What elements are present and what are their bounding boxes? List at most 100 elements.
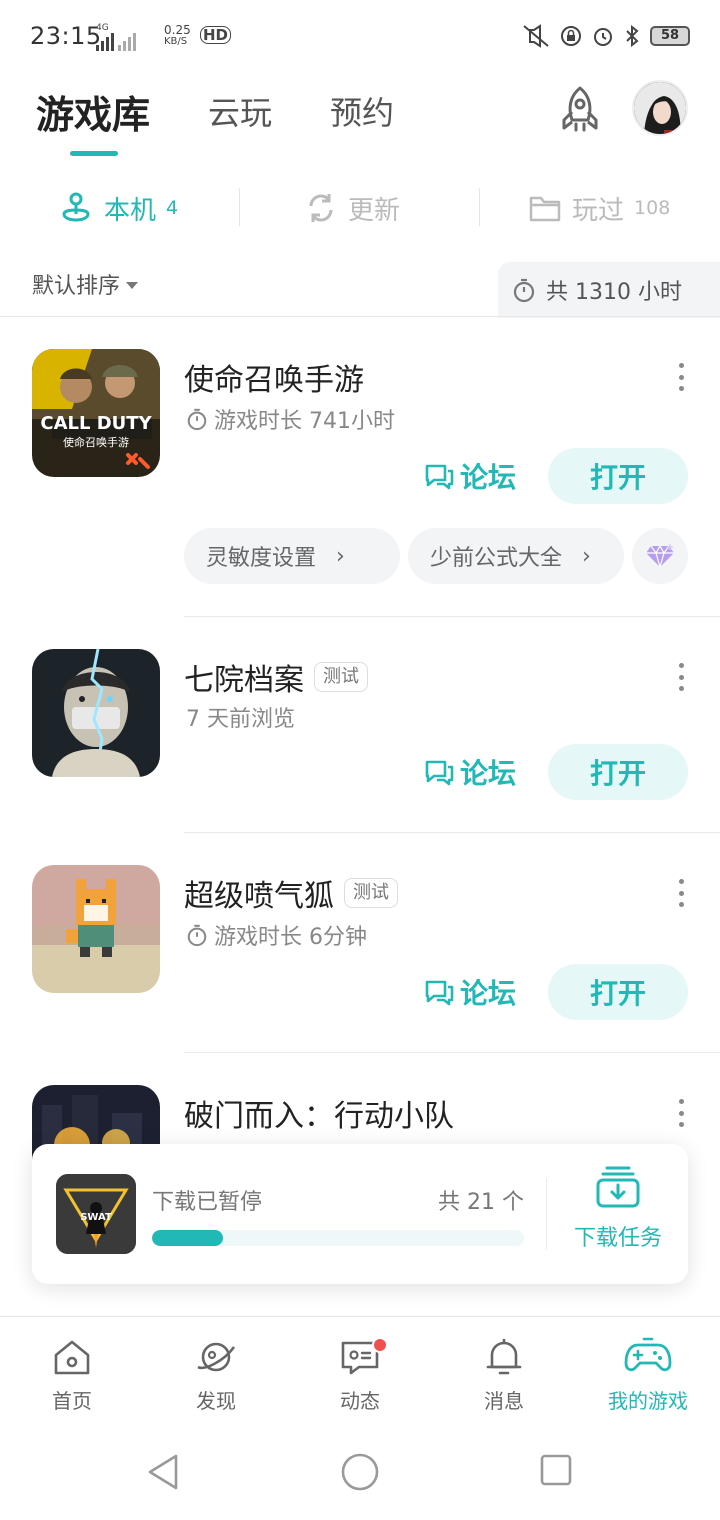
game-playtime-text: 游戏时长 6分钟	[214, 925, 367, 950]
nav-my-games[interactable]: 我的游戏	[576, 1335, 720, 1414]
bottom-nav: 首页 发现 动态 消息 我的游戏	[0, 1316, 720, 1426]
timer-icon	[187, 924, 207, 947]
nav-discover[interactable]: 发现	[144, 1335, 288, 1414]
game-icon-jet-fox[interactable]	[32, 865, 160, 993]
beta-tag: 测试	[344, 878, 398, 908]
game-playtime: 游戏时长 741小时	[186, 403, 395, 435]
sub-tab-update[interactable]: 更新	[304, 180, 400, 236]
user-avatar[interactable]	[632, 80, 688, 136]
lock-rotation-icon	[561, 26, 581, 46]
chip-label: 少前公式大全	[430, 546, 563, 571]
nav-discover-label: 发现	[196, 1389, 236, 1413]
beta-tag: 测试	[314, 662, 368, 692]
status-icons: 58	[522, 24, 690, 48]
download-tray-icon	[596, 1166, 640, 1208]
more-options-icon[interactable]	[674, 1099, 688, 1127]
nav-my-games-label: 我的游戏	[608, 1389, 688, 1413]
chip-formula-guide[interactable]: 少前公式大全 ›	[408, 528, 624, 584]
status-bar: 23:15 4G 0.25 KB/S HD 58	[0, 0, 720, 76]
forum-button[interactable]: 论坛	[424, 964, 516, 1020]
game-title-text: 破门而入：行动小队	[184, 1099, 454, 1134]
sort-dropdown[interactable]: 默认排序	[32, 268, 139, 300]
open-button[interactable]: 打开	[548, 964, 688, 1020]
forum-icon	[425, 980, 454, 1006]
nav-feed-label: 动态	[340, 1389, 380, 1413]
divider	[0, 316, 720, 317]
game-playtime: 游戏时长 6分钟	[186, 919, 367, 951]
sub-tab-played-label: 玩过	[572, 195, 625, 226]
nav-home[interactable]: 首页	[0, 1335, 144, 1414]
sub-tab-local-label: 本机	[104, 195, 157, 226]
more-options-icon[interactable]	[674, 663, 688, 691]
chevron-right-icon: ›	[582, 543, 591, 569]
game-icon-call-of-duty[interactable]: CALL DUTY 使命召唤手游	[32, 349, 160, 477]
network-type: 4G	[96, 23, 109, 33]
back-icon[interactable]	[144, 1452, 184, 1492]
alarm-icon	[594, 28, 612, 46]
chip-label: 灵敏度设置	[206, 546, 317, 571]
tab-game-library[interactable]: 游戏库	[36, 84, 150, 139]
network-speed: 0.25 KB/S	[164, 24, 191, 48]
game-card[interactable]: 七院档案 测试 7 天前浏览 论坛 打开	[0, 649, 720, 833]
forum-label: 论坛	[460, 977, 517, 1010]
sub-tab-played-count: 108	[634, 197, 671, 219]
planet-icon	[197, 1342, 236, 1372]
nav-feed[interactable]: 动态	[288, 1335, 432, 1414]
game-title: 使命召唤手游	[184, 355, 364, 399]
game-title-text: 七院档案	[184, 663, 304, 698]
more-options-icon[interactable]	[674, 879, 688, 907]
joystick-icon	[62, 192, 90, 222]
divider	[184, 616, 720, 617]
notification-badge	[372, 1337, 388, 1353]
download-progress-fill	[152, 1230, 223, 1246]
game-title-text: 使命召唤手游	[184, 363, 364, 398]
chip-sensitivity-settings[interactable]: 灵敏度设置 ›	[184, 528, 400, 584]
sub-tab-played[interactable]: 玩过 108	[528, 180, 670, 236]
sub-tab-local-count: 4	[166, 197, 179, 219]
game-card[interactable]: CALL DUTY 使命召唤手游 使命召唤手游 游戏时长 741小时 论坛 打开…	[0, 349, 720, 617]
open-button[interactable]: 打开	[548, 448, 688, 504]
timer-icon	[513, 278, 535, 303]
bluetooth-icon	[626, 25, 639, 47]
bell-icon	[486, 1338, 522, 1375]
home-circle-icon[interactable]	[340, 1452, 380, 1492]
download-tasks-button[interactable]: 下载任务	[558, 1164, 678, 1264]
more-options-icon[interactable]	[674, 363, 688, 391]
active-tab-indicator	[70, 151, 118, 156]
nav-messages[interactable]: 消息	[432, 1335, 576, 1414]
forum-button[interactable]: 论坛	[424, 744, 516, 800]
sub-tab-local[interactable]: 本机 4	[58, 180, 178, 236]
game-title: 破门而入：行动小队	[184, 1091, 454, 1135]
open-button[interactable]: 打开	[548, 744, 688, 800]
recents-icon[interactable]	[538, 1452, 574, 1488]
game-title-text: 超级喷气狐	[184, 879, 334, 914]
game-last-viewed: 7 天前浏览	[186, 701, 295, 733]
svg-text:使命召唤手游: 使命召唤手游	[63, 435, 129, 449]
download-bar[interactable]: SWAT 下载已暂停 共 21 个 下载任务	[32, 1144, 688, 1284]
tab-cloud-play[interactable]: 云玩	[208, 88, 272, 134]
system-nav	[0, 1426, 720, 1520]
total-playtime-text: 共 1310 小时	[546, 280, 682, 305]
chip-more[interactable]	[632, 528, 688, 584]
tab-reservation[interactable]: 预约	[330, 88, 394, 134]
game-icon-qiyuan-archive[interactable]	[32, 649, 160, 777]
rocket-icon[interactable]	[554, 84, 606, 136]
nav-home-label: 首页	[52, 1389, 92, 1413]
sort-label: 默认排序	[32, 274, 121, 299]
battery-indicator: 58	[650, 26, 690, 46]
game-title: 超级喷气狐 测试	[184, 871, 398, 915]
game-playtime-text: 游戏时长 741小时	[214, 409, 395, 434]
hd-indicator: HD	[200, 26, 232, 44]
forum-label: 论坛	[460, 757, 517, 790]
refresh-icon	[309, 194, 333, 222]
cell-signal: 4G	[96, 24, 136, 51]
caret-down-icon	[126, 281, 139, 289]
gamepad-icon	[624, 1337, 672, 1372]
gem-icon	[646, 543, 674, 568]
timer-icon	[187, 408, 207, 431]
forum-button[interactable]: 论坛	[424, 448, 516, 504]
download-count: 共 21 个	[438, 1190, 524, 1215]
game-card[interactable]: 超级喷气狐 测试 游戏时长 6分钟 论坛 打开	[0, 865, 720, 1053]
divider	[184, 832, 720, 833]
total-playtime: 共 1310 小时	[498, 262, 720, 318]
